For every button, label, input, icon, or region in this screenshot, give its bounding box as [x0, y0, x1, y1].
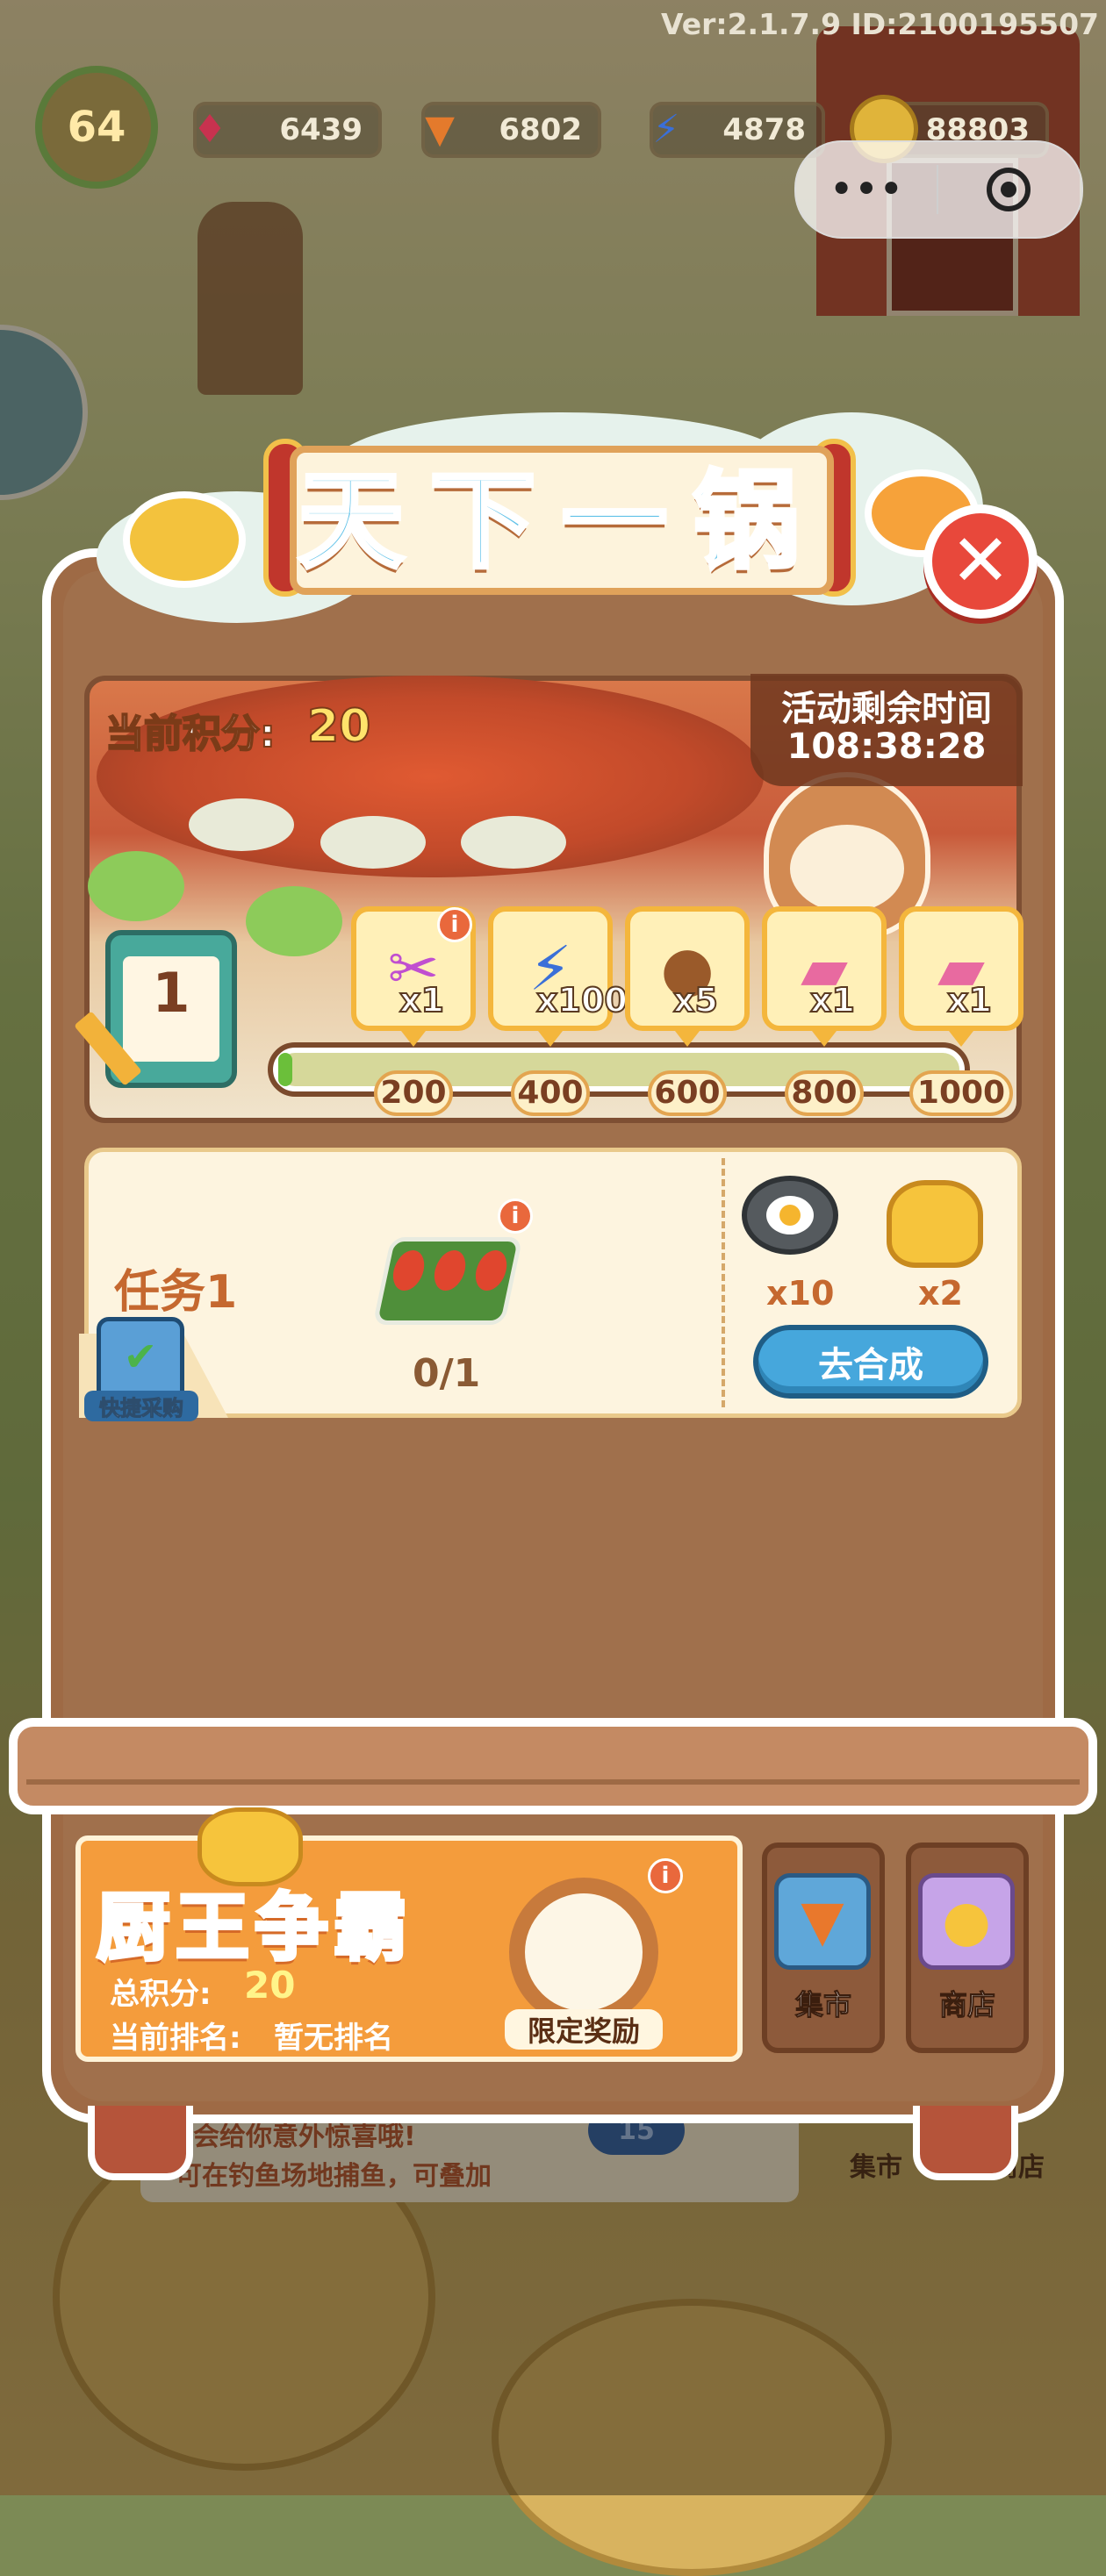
hotpot-bowl-icon: [123, 491, 246, 588]
milestone-label: 600: [648, 1070, 727, 1116]
veggie-plate: [189, 798, 294, 851]
reward-count: x100: [535, 980, 628, 1020]
cabinet-shelf: [9, 1718, 1097, 1814]
timer-label: 活动剩余时间: [781, 689, 992, 729]
store-label: 商店: [938, 1988, 995, 2022]
store-shop-icon: ●: [918, 1873, 1015, 1970]
squirrel-face: [790, 825, 904, 912]
limited-reward-label: 限定奖励: [505, 2009, 663, 2050]
more-menu-icon[interactable]: •••: [796, 168, 937, 211]
close-miniprogram-icon[interactable]: [938, 168, 1079, 211]
gem-icon: ♦: [192, 106, 227, 152]
shelf-edge: [26, 1779, 1080, 1785]
reward-pointer: [949, 1031, 973, 1047]
veggie-plate: [461, 816, 566, 869]
total-score-value: 20: [244, 1964, 296, 2007]
reward-info-icon[interactable]: i: [648, 1858, 683, 1893]
reward-count: x1: [809, 980, 856, 1020]
task-info-icon[interactable]: i: [498, 1199, 533, 1234]
reward-count: x5: [672, 980, 719, 1020]
carrot-icon: ▼: [425, 106, 455, 152]
lettuce-icon: [88, 851, 184, 921]
market-label: 集市: [794, 1988, 851, 2022]
chef-hat-gold-icon: [887, 1180, 983, 1268]
quick-purchase-label: 快捷采购: [84, 1391, 198, 1421]
frying-pan-egg-icon: [742, 1176, 847, 1272]
reward-pointer: [675, 1031, 700, 1047]
milestone-label: 1000: [909, 1070, 1013, 1116]
level-number: 64: [67, 103, 126, 152]
market-basket-icon: ▼: [774, 1873, 871, 1970]
reward-pointer: [812, 1031, 837, 1047]
task-progress: 0/1: [413, 1351, 481, 1396]
total-score-label: 总积分:: [110, 1977, 212, 2012]
current-score-value: 20: [306, 699, 371, 754]
milestone-label: 400: [511, 1070, 590, 1116]
tomato-plate-icon[interactable]: [372, 1237, 523, 1325]
close-icon: ✕: [950, 519, 1011, 603]
milestone-label: 200: [374, 1070, 453, 1116]
level-badge[interactable]: 64: [35, 66, 158, 189]
energy-count: 4878: [722, 112, 806, 147]
cabinet-leg-left: [88, 2106, 193, 2180]
task-reward-1-count: x10: [766, 1274, 835, 1313]
task-divider: [722, 1158, 729, 1407]
task-title: 任务1: [114, 1266, 238, 1319]
shop-stall-icon: ✔: [97, 1317, 184, 1396]
lettuce-icon: [246, 886, 342, 956]
cabinet-leg-right: [913, 2106, 1018, 2180]
rank-value: 暂无排名: [274, 2021, 393, 2056]
task-reward-2-count: x2: [918, 1274, 963, 1313]
go-synthesize-button[interactable]: 去合成: [753, 1325, 988, 1399]
close-button[interactable]: ✕: [923, 504, 1038, 619]
timer-value: 108:38:28: [786, 726, 987, 767]
rank-label: 当前排名:: [110, 2021, 241, 2056]
reward-info-icon[interactable]: i: [437, 907, 472, 942]
reward-pointer: [401, 1031, 426, 1047]
miniprogram-capsule: •••: [794, 140, 1083, 239]
stage-number: 1: [152, 961, 190, 1025]
chef-contest-title: 厨王争霸: [95, 1883, 413, 1972]
milestone-label: 800: [785, 1070, 864, 1116]
version-text: Ver:2.1.7.9 ID:2100195507: [660, 7, 1099, 41]
progress-fill: [278, 1053, 292, 1086]
reward-pointer: [538, 1031, 563, 1047]
reward-count: x1: [399, 980, 445, 1020]
popup-title: 天下一锅: [297, 459, 825, 585]
gem-count: 6439: [279, 112, 363, 147]
carrot-count: 6802: [499, 112, 582, 147]
current-score-label: 当前积分:: [104, 711, 276, 757]
lightning-icon: ⚡: [652, 106, 680, 152]
limited-reward-frame-icon[interactable]: [509, 1878, 658, 2027]
veggie-plate: [320, 816, 426, 869]
reward-count: x1: [946, 980, 993, 1020]
